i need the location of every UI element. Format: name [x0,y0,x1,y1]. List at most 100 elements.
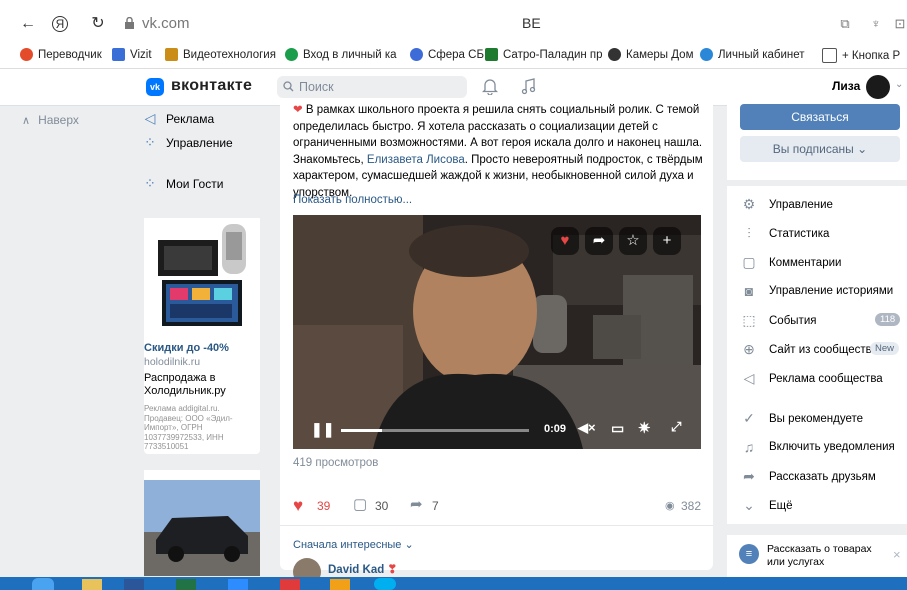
video-views: 419 просмотров [293,457,379,469]
miniplayer-icon[interactable]: ▭ [611,420,624,437]
sidebar-item-guests[interactable]: ⁘ Мои Гости [142,175,223,192]
bookmark[interactable]: Личный кабинет [700,48,805,61]
bookmark[interactable]: Сфера СБ [410,48,484,61]
login-icon [285,48,298,61]
zoom-icon[interactable] [228,579,248,590]
video-time: 0:09 [544,423,567,435]
avatar[interactable] [866,75,890,99]
sort-comments[interactable]: Сначала интересные ⌄ [293,538,414,551]
menu-tell-friends[interactable]: ➦ Рассказать друзьям [741,468,876,485]
comment-icon[interactable]: ▢ [353,495,367,513]
ad-discount: Скидки до -40% [144,342,229,354]
add-video-button[interactable]: + [653,227,681,255]
sidebar-item-ads[interactable]: ◁ Реклама [142,110,215,127]
events-icon: ⬚ [742,312,756,328]
yandex-icon[interactable]: Я [52,16,68,32]
contact-button[interactable]: Связаться [740,104,900,130]
mic-icon[interactable]: ♆ [866,14,886,34]
tabs-icon[interactable]: ⧉ [835,14,855,34]
share-icon: ➦ [743,468,755,484]
taskbar [0,577,907,590]
eye-icon: ◉ [665,500,675,512]
subscribed-button[interactable]: Вы подписаны ⌄ [740,136,900,162]
divider [280,525,713,526]
translate-icon [20,48,33,61]
menu-events[interactable]: ⬚ События [741,312,816,329]
like-icon[interactable]: ♥ [293,496,303,516]
excel-icon[interactable] [176,579,196,590]
share-video-button[interactable]: ➦ [585,227,613,255]
bell-icon: ♫ [743,439,755,455]
show-more-link[interactable]: Показать полностью... [293,194,412,206]
commenter-name[interactable]: David Kad ❣ [328,562,397,576]
ad-card-2[interactable] [144,470,260,576]
back-to-top[interactable]: ∧ Наверх [22,113,79,127]
user-name[interactable]: Лиза [832,79,860,93]
bookmark[interactable]: Камеры Дом [608,48,693,61]
like-count: 39 [317,499,331,513]
settings-icon[interactable]: ✷ [638,419,651,437]
stories-icon: ◙ [744,283,754,299]
community-actions: Связаться Вы подписаны ⌄ [727,100,907,180]
chevron-down-icon: ⌄ [743,497,755,513]
chevron-down-icon[interactable]: ⌄ [895,79,903,90]
menu-stats[interactable]: ⫶ Статистика [741,225,829,242]
vk-brand[interactable]: вконтакте [171,77,252,95]
ad-card[interactable]: Скидки до -40% holodilnik.ru Распродажа … [144,218,260,454]
pause-icon[interactable]: ❚❚ [311,421,334,438]
list-icon: ≡ [739,544,759,564]
music-icon[interactable] [521,78,537,95]
menu-more[interactable]: ⌄ Ещё [741,497,792,514]
mention-link[interactable]: Елизавета Лисова [367,154,465,166]
search-icon [283,81,294,92]
search-input[interactable]: Поиск [277,76,467,98]
word-icon[interactable] [124,579,144,590]
bookmark[interactable]: Переводчик [20,48,102,61]
megaphone-icon: ◁ [743,370,755,386]
promo-box[interactable]: ≡ Рассказать о товарах или услугах × [727,535,907,580]
vk-logo-icon[interactable]: vk [146,78,164,96]
address-bar[interactable]: vk.com [142,15,190,32]
bookmark[interactable]: Сатро-Паладин пр [485,48,603,61]
fullscreen-icon[interactable]: ⤢ [671,419,681,435]
explorer-icon[interactable] [82,579,102,590]
menu-site[interactable]: ⊕ Сайт из сообщества [741,341,878,358]
close-icon[interactable]: × [893,547,901,562]
ad-domain: holodilnik.ru [144,356,201,368]
comment-icon: ▢ [742,254,756,270]
skype-icon[interactable] [374,578,396,590]
start-icon[interactable] [32,578,54,590]
bookmark[interactable]: Видеотехнология [165,48,276,61]
grid-icon: ⁘ [144,134,156,150]
post-actions: ♥ 39 ▢ 30 ➦ 7 ◉ 382 [293,496,703,516]
bookmark-video-button[interactable]: ☆ [619,227,647,255]
ad-title: Распродажа в Холодильник.ру [144,372,226,397]
menu-ads[interactable]: ◁ Реклама сообщества [741,370,883,387]
menu-manage[interactable]: ⚙ Управление [741,196,833,213]
megaphone-icon: ◁ [144,110,156,126]
gear-icon: ⚙ [742,196,756,212]
vizit-icon [112,48,125,61]
bookmark[interactable]: Vizit [112,48,152,61]
video-player[interactable]: ♥ ➦ ☆ + ❚❚ 0:09 ◀× ▭ ✷ ⤢ [293,215,701,449]
share-count: 7 [432,499,439,513]
share-icon[interactable]: ➦ [410,495,423,513]
cabinet-icon [700,48,713,61]
back-icon[interactable]: ← [18,14,38,34]
menu-notifications[interactable]: ♫ Включить уведомления [741,439,895,455]
yandex-browser-icon[interactable] [280,579,300,590]
camera-icon [608,48,621,61]
extension-icon[interactable]: ⊡ [890,14,907,34]
menu-stories[interactable]: ◙ Управление историями [741,283,893,299]
bell-icon[interactable] [482,78,498,95]
video-progress[interactable] [341,429,529,432]
reload-icon[interactable]: ↻ [88,14,108,34]
menu-recommend[interactable]: ✓ Вы рекомендуете [741,410,863,427]
bookmark[interactable]: Вход в личный ка [285,48,397,61]
sidebar-item-manage[interactable]: ⁘ Управление [142,134,233,151]
like-video-button[interactable]: ♥ [551,227,579,255]
bookmark[interactable]: + Кнопка Р [822,48,900,63]
mute-icon[interactable]: ◀× [578,420,596,436]
app-icon[interactable] [330,579,350,590]
menu-comments[interactable]: ▢ Комментарии [741,254,841,271]
